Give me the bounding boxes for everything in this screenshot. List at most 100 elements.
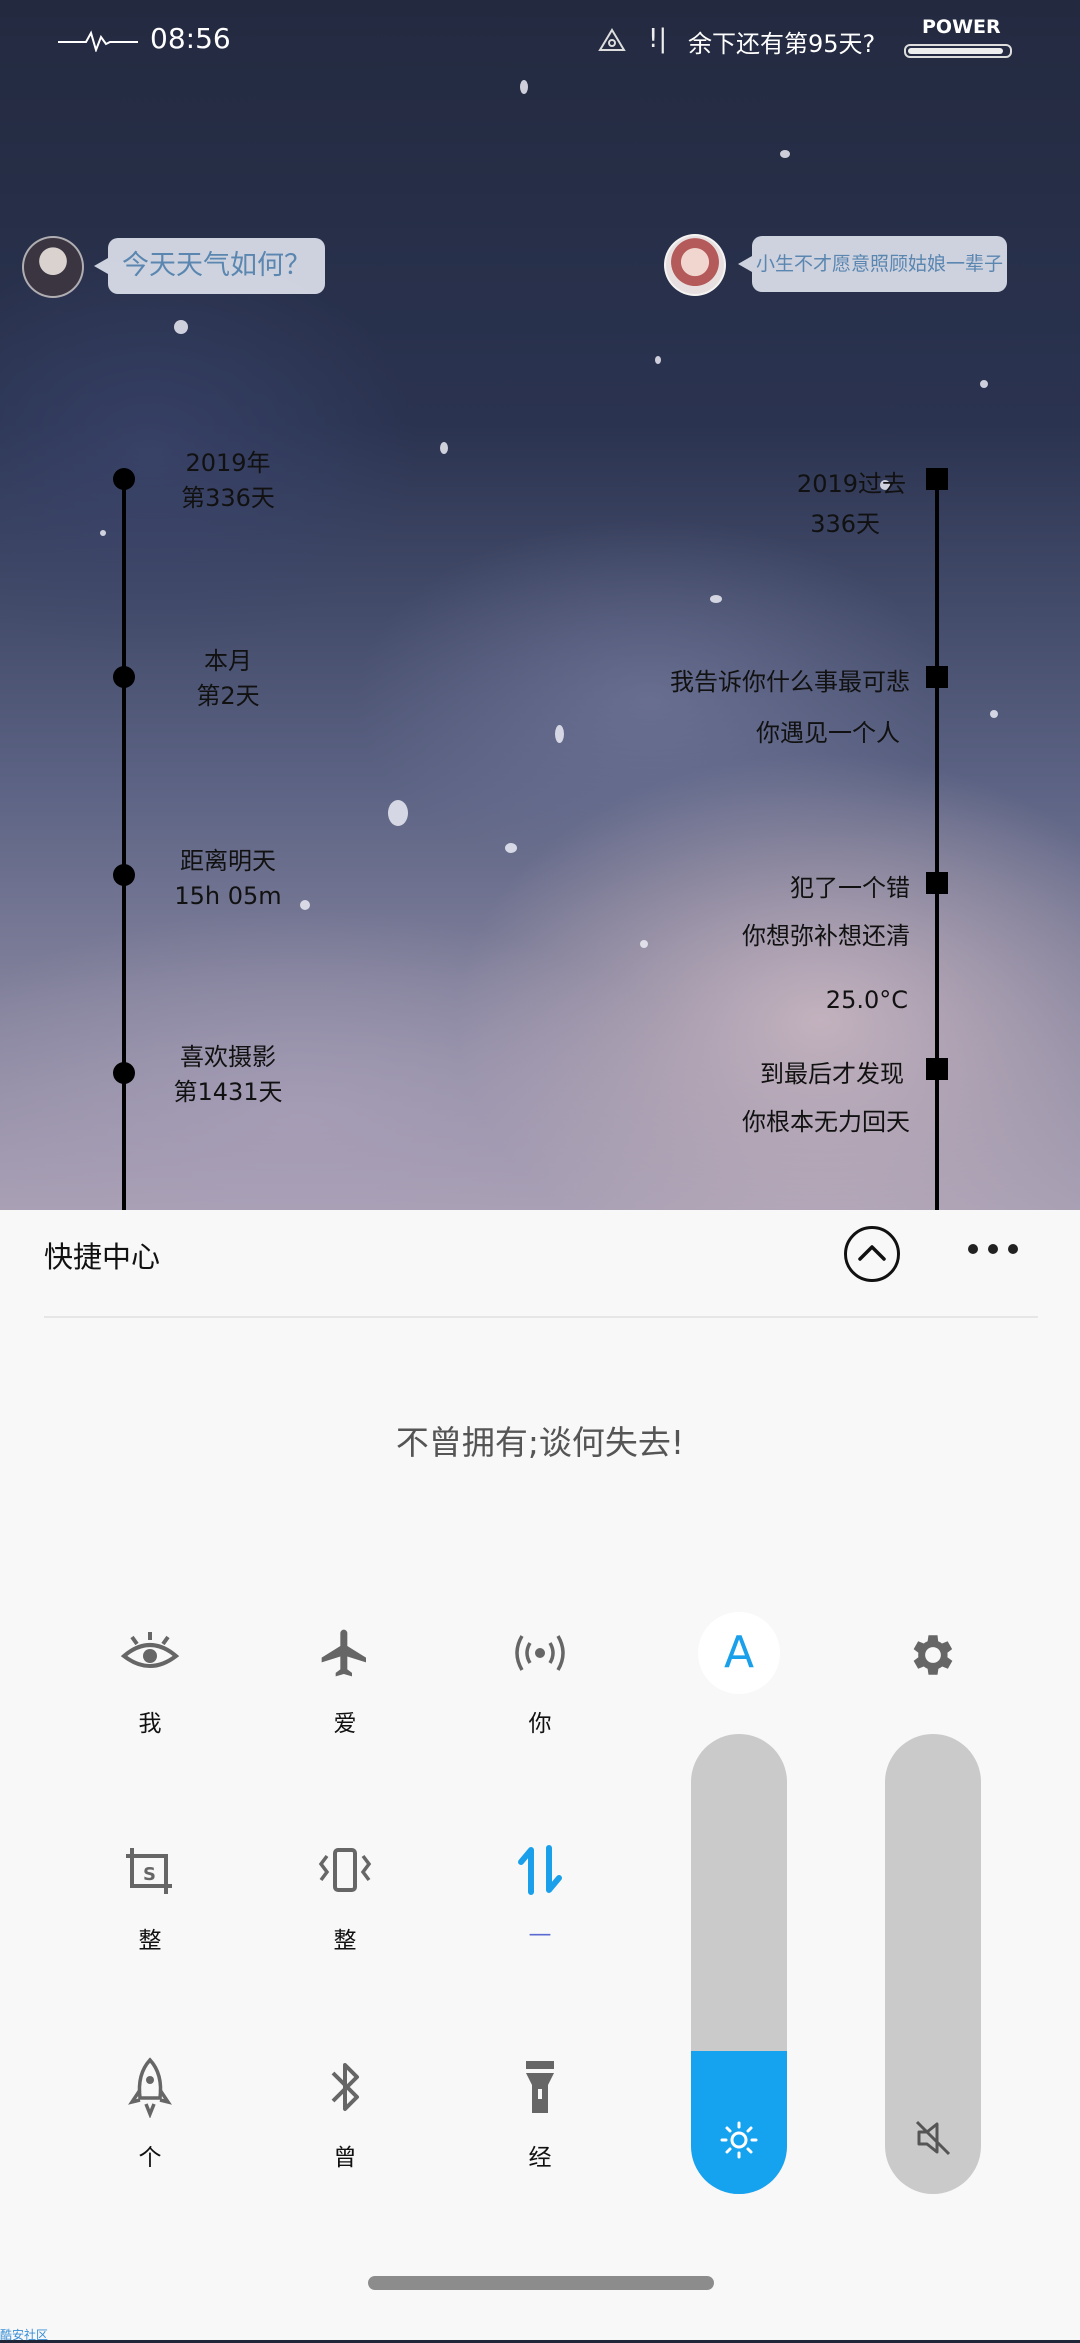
timeline-right-line1: 我告诉你什么事最可悲 <box>670 668 910 696</box>
timeline-left-line1: 2019年 <box>185 449 271 477</box>
timeline-left-line2: 第2天 <box>196 682 260 710</box>
signal-icon <box>598 28 626 51</box>
timeline-dot <box>113 1062 135 1084</box>
rocket-icon <box>128 2057 172 2118</box>
snowflake <box>100 530 106 536</box>
timeline-square <box>926 872 948 894</box>
timeline-left-line1: 喜欢摄影 <box>180 1043 276 1071</box>
snowflake <box>555 725 564 743</box>
tile-label: 整 <box>138 1928 162 1954</box>
tile-label: 爱 <box>333 1711 357 1737</box>
home-indicator[interactable] <box>368 2276 714 2290</box>
countdown-text: 余下还有第95天? <box>688 30 876 58</box>
battery-bar <box>904 44 1012 58</box>
snowflake <box>388 800 408 826</box>
tile-label: 曾 <box>333 2145 357 2171</box>
auto-brightness-button[interactable]: A <box>698 1612 780 1694</box>
tile-label: 整 <box>333 1928 357 1954</box>
snowflake <box>520 80 528 94</box>
timeline-right-line2: 336天 <box>810 510 880 538</box>
tile-vibrate[interactable]: 整 <box>285 1835 405 1954</box>
timeline-right-line2: 你遇见一个人 <box>756 719 900 747</box>
timeline-left-line2: 第336天 <box>181 484 275 512</box>
clock: 08:56 <box>150 22 231 55</box>
timeline-right-line1: 2019过去 <box>796 470 906 498</box>
timeline-left-line1: 本月 <box>204 647 252 675</box>
alert-icon: !| <box>648 24 668 54</box>
quick-center-panel: 快捷中心 不曾拥有;谈何失去! 我 爱 你 S 整 整 — 个 曾 经 A <box>0 1210 1080 2340</box>
more-dot <box>1008 1244 1018 1254</box>
volume-slider[interactable] <box>885 1734 981 2194</box>
timeline-dot <box>113 666 135 688</box>
timeline-left-line2: 15h 05m <box>174 882 282 910</box>
avatar-right[interactable] <box>664 234 726 296</box>
snowflake <box>780 150 790 158</box>
snowflake <box>980 380 988 388</box>
hotspot-icon <box>515 1635 565 1671</box>
timeline-square <box>926 1058 948 1080</box>
timeline-dot <box>113 864 135 886</box>
tile-flashlight[interactable]: 经 <box>480 2052 600 2171</box>
tile-label: 经 <box>528 2145 552 2171</box>
more-dot <box>988 1244 998 1254</box>
timeline-left-line1: 距离明天 <box>180 847 276 875</box>
timeline-square <box>926 666 948 688</box>
brightness-icon <box>720 2121 758 2159</box>
brightness-slider[interactable] <box>691 1734 787 2194</box>
timeline-dot <box>113 468 135 490</box>
divider <box>44 1316 1038 1318</box>
status-bar: 08:56 !| 余下还有第95天? POWER <box>0 0 1080 80</box>
timeline-square <box>926 468 948 490</box>
tile-eye-mode[interactable]: 我 <box>90 1618 210 1737</box>
timeline-left-item: 距离明天 15h 05m <box>148 844 308 914</box>
timeline-left-item: 喜欢摄影 第1431天 <box>148 1040 308 1110</box>
screenshot-icon: S <box>126 1848 172 1894</box>
timeline-left-line <box>122 478 126 1210</box>
tile-mobile-data[interactable]: — <box>480 1835 600 1951</box>
temperature: 25.0°C <box>825 986 908 1014</box>
tile-airplane-mode[interactable]: 爱 <box>285 1618 405 1737</box>
chat-bubble-right: 小生不才愿意照顾姑娘一辈子 <box>737 236 1008 292</box>
snowflake <box>440 442 448 454</box>
more-button[interactable] <box>968 1234 1028 1264</box>
tile-label: — <box>528 1921 552 1947</box>
tile-label: 你 <box>528 1711 552 1737</box>
bluetooth-icon <box>331 2063 359 2111</box>
heartbeat-icon <box>58 30 138 52</box>
snowflake <box>655 356 661 364</box>
mute-icon <box>915 2120 951 2156</box>
tile-screenshot[interactable]: S 整 <box>90 1835 210 1954</box>
watermark: 酷安社区 <box>0 2328 49 2342</box>
more-dot <box>968 1244 978 1254</box>
eye-icon <box>120 1632 180 1668</box>
airplane-icon <box>321 1629 366 1677</box>
tile-label: 我 <box>138 1711 162 1737</box>
snowflake <box>710 595 722 603</box>
tile-label: 个 <box>138 2145 162 2171</box>
timeline-right-line1: 到最后才发现 <box>760 1060 904 1088</box>
data-transfer-icon <box>518 1845 562 1895</box>
timeline-left-item: 本月 第2天 <box>148 644 308 714</box>
timeline-right-line2: 你根本无力回天 <box>742 1108 910 1136</box>
timeline-left-line2: 第1431天 <box>173 1078 283 1106</box>
avatar-left[interactable] <box>22 236 84 298</box>
flashlight-icon <box>526 2061 554 2113</box>
snowflake <box>174 320 188 334</box>
collapse-button[interactable] <box>844 1226 900 1282</box>
tile-boost[interactable]: 个 <box>90 2052 210 2171</box>
vibrate-icon <box>318 1848 372 1892</box>
panel-title: 快捷中心 <box>44 1240 161 1274</box>
gear-icon[interactable] <box>906 1628 960 1682</box>
chevron-up-icon <box>858 1245 886 1261</box>
battery-fill <box>908 48 1003 54</box>
chat-bubble-left: 今天天气如何？ <box>94 238 325 294</box>
tile-hotspot[interactable]: 你 <box>480 1618 600 1737</box>
snowflake <box>505 843 517 853</box>
timeline-right-line <box>935 478 939 1210</box>
wallpaper <box>0 0 1080 1210</box>
timeline-right-line2: 你想弥补想还清 <box>742 922 910 950</box>
timeline-right-line1: 犯了一个错 <box>790 874 910 902</box>
tile-bluetooth[interactable]: 曾 <box>285 2052 405 2171</box>
svg-text:S: S <box>143 1864 156 1885</box>
snowflake <box>990 710 998 718</box>
